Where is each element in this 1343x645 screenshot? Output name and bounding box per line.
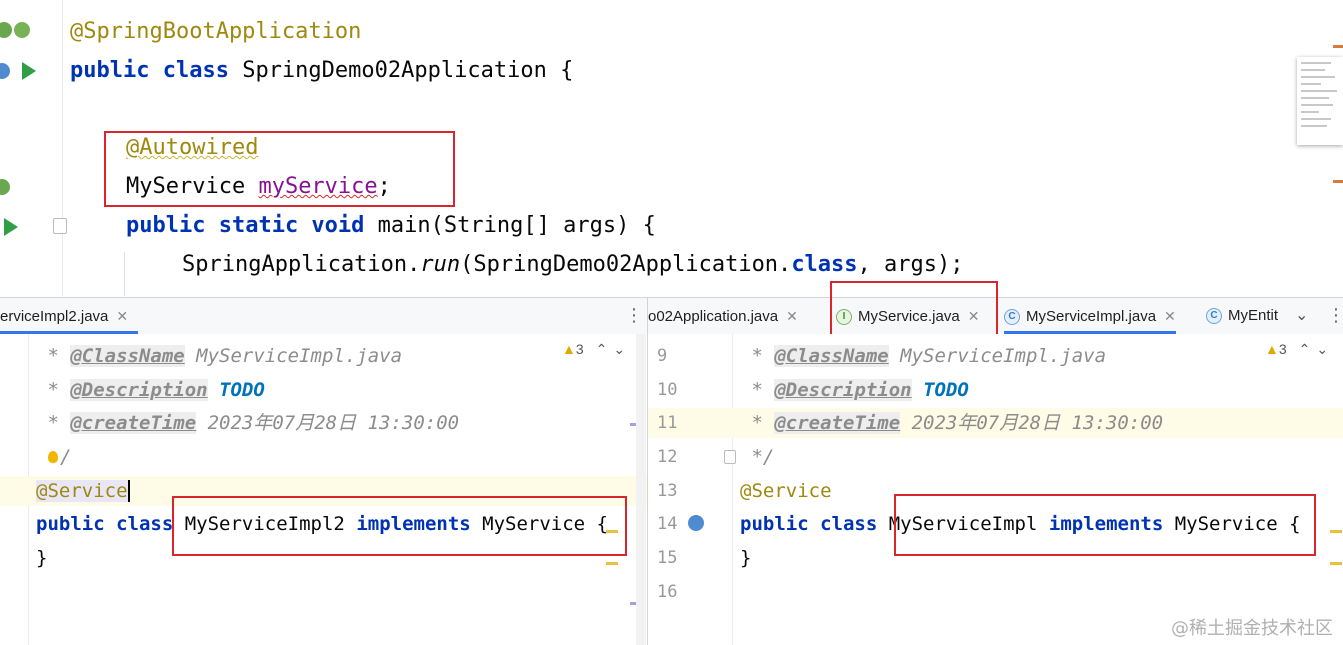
spring-boot-icon[interactable] bbox=[14, 22, 30, 38]
line-number: 12 bbox=[657, 447, 678, 467]
implementations-gutter-icon[interactable] bbox=[688, 515, 704, 531]
tab-application[interactable]: o02Application.java ✕ bbox=[648, 298, 798, 334]
code-line-class-decl: public class SpringDemo02Application { bbox=[70, 58, 574, 83]
code-line-close: } bbox=[36, 547, 48, 569]
doc-line-end: / bbox=[60, 446, 72, 468]
class-icon: C bbox=[1004, 309, 1020, 326]
indent-guide bbox=[124, 252, 125, 296]
right-tab-bar: o02Application.java ✕ I MyService.java ✕ CM… bbox=[648, 281, 1343, 337]
code-line-close: } bbox=[740, 547, 752, 569]
class-icon: C bbox=[1206, 308, 1222, 325]
doc-line-classname: * @ClassName MyServiceImpl.java bbox=[740, 345, 1107, 367]
right-editor[interactable]: 9 10 11 12 13 14 15 16 * @ClassName MySe… bbox=[648, 334, 1343, 645]
left-editor[interactable]: * @ClassName MyServiceImpl.java * @Descr… bbox=[0, 334, 647, 645]
stripe-mark bbox=[606, 562, 618, 565]
chevron-down-icon[interactable]: ⌄ bbox=[1295, 305, 1308, 325]
top-gutter bbox=[0, 0, 67, 296]
tab-myentity[interactable]: C MyEntit bbox=[1206, 298, 1278, 334]
stripe-mark bbox=[1330, 530, 1342, 533]
doc-line-createtime: * @createTime 2023年07月28日 13:30:00 bbox=[36, 412, 460, 434]
close-tab-icon[interactable]: ✕ bbox=[786, 308, 798, 324]
tab-myserviceimpl[interactable]: C MyServiceImpl.java ✕ bbox=[1004, 298, 1176, 334]
highlight-box-myservice-tab bbox=[830, 281, 998, 337]
highlight-box-autowired bbox=[104, 131, 455, 207]
spring-bean-icon[interactable] bbox=[0, 22, 12, 38]
warnings-indicator[interactable]: ▲3 ⌃ ⌄ bbox=[1265, 341, 1328, 358]
doc-line-description: * @Description TODO bbox=[36, 379, 265, 401]
line-number: 13 bbox=[657, 481, 678, 501]
minimap-preview bbox=[1297, 57, 1343, 145]
more-options-icon[interactable]: ⋮ bbox=[625, 305, 643, 326]
error-stripe-mark bbox=[1333, 180, 1343, 183]
run-class-icon[interactable] bbox=[22, 62, 36, 80]
warnings-indicator[interactable]: ▲3 ⌃ ⌄ bbox=[562, 341, 625, 358]
fold-icon[interactable] bbox=[724, 450, 736, 464]
line-number: 16 bbox=[657, 582, 678, 602]
close-tab-icon[interactable]: ✕ bbox=[116, 308, 128, 324]
more-options-icon[interactable]: ⋮ bbox=[1327, 305, 1343, 326]
highlight-box-impl2 bbox=[172, 496, 627, 556]
top-editor[interactable]: @SpringBootApplication public class Spri… bbox=[0, 0, 1343, 296]
line-number: 9 bbox=[657, 346, 668, 366]
watermark: @稀土掘金技术社区 bbox=[1171, 618, 1333, 639]
line-number: 15 bbox=[657, 548, 678, 568]
doc-line-end: */ bbox=[740, 446, 775, 468]
tab-myserviceimpl2[interactable]: erviceImpl2.java ✕ bbox=[0, 298, 139, 334]
code-line-service: @Service bbox=[740, 480, 832, 502]
stripe-mark bbox=[1330, 562, 1342, 565]
bulb-icon[interactable] bbox=[48, 451, 58, 463]
scrollbar-track[interactable] bbox=[636, 334, 646, 645]
fold-icon[interactable] bbox=[53, 218, 67, 234]
line-number: 10 bbox=[657, 380, 678, 400]
doc-line-classname: * @ClassName MyServiceImpl.java bbox=[36, 345, 403, 367]
navigate-bean-icon[interactable] bbox=[0, 63, 10, 79]
left-tab-bar: erviceImpl2.java ✕ ⋮ bbox=[0, 297, 647, 335]
run-main-icon[interactable] bbox=[4, 218, 18, 236]
doc-line-createtime: * @createTime 2023年07月28日 13:30:00 bbox=[740, 412, 1164, 434]
line-number: 11 bbox=[657, 413, 678, 433]
code-line-run: SpringApplication.run(SpringDemo02Applic… bbox=[182, 252, 964, 277]
autowired-bean-icon[interactable] bbox=[0, 179, 10, 195]
error-stripe-mark bbox=[1333, 45, 1343, 48]
close-tab-icon[interactable]: ✕ bbox=[1164, 308, 1176, 324]
code-line-service: @Service bbox=[36, 480, 130, 502]
code-line-main: public static void main(String[] args) { bbox=[126, 213, 656, 238]
doc-line-description: * @Description TODO bbox=[740, 379, 969, 401]
stripe-mark bbox=[606, 530, 618, 533]
code-line-annotation: @SpringBootApplication bbox=[70, 19, 362, 44]
highlight-box-impl bbox=[894, 494, 1316, 556]
